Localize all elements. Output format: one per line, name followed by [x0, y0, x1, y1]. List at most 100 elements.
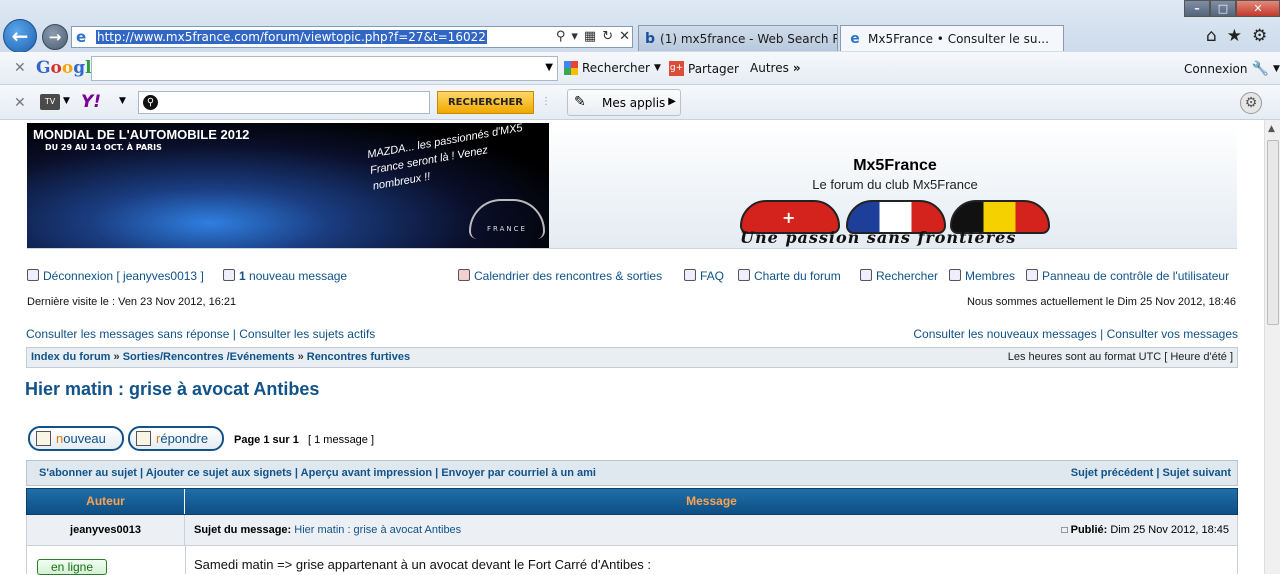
bookmark-link[interactable]: Ajouter ce sujet aux signets: [146, 467, 292, 479]
google-search-input[interactable]: ▼: [91, 56, 558, 81]
site-name: Mx5France: [853, 157, 937, 174]
forward-button[interactable]: →: [42, 24, 68, 50]
your-posts-link[interactable]: Consulter vos messages: [1107, 327, 1238, 341]
tab-web-search[interactable]: b (1) mx5france - Web Search Re...: [638, 25, 838, 51]
google-rechercher-button[interactable]: Rechercher ▼: [564, 61, 661, 75]
address-bar[interactable]: e http://www.mx5france.com/forum/viewtop…: [71, 26, 633, 48]
close-toolbar-icon[interactable]: ✕: [14, 95, 26, 111]
settings-gear-icon[interactable]: ⚙: [1240, 92, 1262, 114]
dropdown-icon[interactable]: ▾: [571, 29, 578, 44]
reply-button[interactable]: r épondre: [128, 426, 224, 451]
reply-label: épondre: [160, 431, 209, 446]
chevron-right-icon: ▶: [668, 96, 676, 107]
search-links-left: Consulter les messages sans réponse | Co…: [26, 327, 376, 341]
swiss-cross-icon: +: [782, 208, 796, 227]
connexion-label: Connexion: [1184, 62, 1248, 76]
chevron-down-icon[interactable]: ▼: [545, 62, 553, 73]
new-topic-label-first: n: [56, 431, 64, 446]
chevron-down-icon[interactable]: ▼: [119, 96, 126, 106]
wrench-icon[interactable]: 🔧: [1252, 61, 1269, 77]
ie-tab-icon: e: [850, 30, 860, 47]
address-url[interactable]: http://www.mx5france.com/forum/viewtopic…: [96, 30, 487, 44]
banner-brand: FRANCE: [487, 225, 527, 233]
mes-applis-label: Mes applis: [602, 96, 666, 110]
yahoo-search-input[interactable]: ⚲: [138, 91, 430, 114]
message-icon: [223, 269, 235, 281]
back-button[interactable]: ←: [3, 19, 37, 53]
post-date: □ Publié: Dim 25 Nov 2012, 18:45: [1062, 524, 1229, 536]
breadcrumb-category[interactable]: Sorties/Rencontres /Evénements: [123, 351, 295, 363]
timezone-info: Les heures sont au format UTC [ Heure d'…: [1007, 351, 1233, 363]
maximize-button[interactable]: □: [1210, 0, 1236, 17]
yahoo-logo[interactable]: Y!: [81, 92, 101, 112]
autres-button[interactable]: Autres »: [750, 61, 801, 75]
subscribe-link[interactable]: S'abonner au sujet: [39, 467, 137, 479]
post-body: Samedi matin => grise appartenant à un a…: [194, 557, 652, 572]
warning-icon: [738, 269, 750, 281]
ucp-link[interactable]: Panneau de contrôle de l'utilisateur: [1026, 269, 1229, 283]
new-topic-button[interactable]: n ouveau: [28, 426, 124, 451]
close-button[interactable]: ✕: [1236, 0, 1280, 17]
search-icon[interactable]: ⚲: [556, 29, 566, 44]
logout-link[interactable]: Déconnexion [ jeanyves0013 ]: [27, 269, 204, 283]
connexion-button[interactable]: Connexion 🔧 ▼: [1184, 61, 1280, 77]
new-posts-link[interactable]: Consulter les nouveaux messages: [913, 327, 1096, 341]
banner-dates: DU 29 AU 14 OCT. À PARIS: [45, 143, 162, 152]
breadcrumb-index[interactable]: Index du forum: [31, 351, 110, 363]
faq-link[interactable]: FAQ: [684, 269, 724, 283]
prev-topic-link[interactable]: Sujet précédent: [1071, 467, 1154, 479]
tab-mx5france[interactable]: e Mx5France • Consulter le su...: [840, 25, 1064, 51]
compat-view-icon[interactable]: ▦: [584, 29, 596, 44]
post-header-row: jeanyves0013 Sujet du message: Hier mati…: [26, 515, 1238, 546]
subject-link[interactable]: Hier matin : grise à avocat Antibes: [294, 524, 461, 536]
members-link[interactable]: Membres: [949, 269, 1015, 283]
stop-icon[interactable]: ✕: [619, 29, 630, 44]
gear-icon[interactable]: ⚙: [1252, 26, 1267, 46]
refresh-icon[interactable]: ↻: [602, 29, 613, 44]
chevron-down-icon[interactable]: ▼: [63, 96, 70, 106]
new-topic-icon: [36, 431, 51, 446]
calendar-link[interactable]: Calendrier des rencontres & sorties: [458, 269, 662, 283]
favorites-star-icon[interactable]: ★: [1227, 26, 1242, 46]
minimize-button[interactable]: –: [1184, 0, 1210, 17]
user-icon: [1026, 269, 1038, 281]
new-messages-link[interactable]: 1 nouveau message: [223, 269, 347, 283]
post-icon[interactable]: □: [1062, 525, 1068, 536]
vertical-scrollbar[interactable]: ▲: [1264, 120, 1280, 574]
topic-title[interactable]: Hier matin : grise à avocat Antibes: [25, 379, 319, 400]
scroll-up-icon[interactable]: ▲: [1268, 124, 1275, 134]
scrollbar-thumb[interactable]: [1267, 140, 1279, 325]
home-icon[interactable]: ⌂: [1206, 26, 1217, 46]
next-topic-link[interactable]: Sujet suivant: [1163, 467, 1231, 479]
share-icon: g+: [669, 61, 684, 76]
posted-label: Publié:: [1070, 524, 1108, 536]
new-msg-count: 1: [239, 269, 246, 283]
breadcrumb: Index du forum » Sorties/Rencontres /Evé…: [26, 347, 1238, 368]
breadcrumb-forum[interactable]: Rencontres furtives: [307, 351, 410, 363]
post-author[interactable]: jeanyves0013: [27, 515, 185, 545]
partager-button[interactable]: g+ Partager: [669, 61, 739, 76]
chevron-down-icon[interactable]: ▼: [1273, 64, 1280, 74]
tv-icon[interactable]: TV: [40, 94, 60, 110]
yahoo-search-button[interactable]: RECHERCHER: [437, 91, 534, 114]
subject-label: Sujet du message:: [194, 524, 292, 536]
charter-link[interactable]: Charte du forum: [738, 269, 841, 283]
close-toolbar-icon[interactable]: ✕: [14, 60, 26, 76]
mondial-banner[interactable]: MONDIAL DE L'AUTOMOBILE 2012 DU 29 AU 14…: [27, 122, 549, 248]
email-link[interactable]: Envoyer par courriel à un ami: [441, 467, 596, 479]
mes-applis-button[interactable]: ✎ Mes applis ▶: [567, 89, 681, 116]
site-slogan: Une passion sans frontières: [740, 228, 1017, 247]
rechercher-label: Rechercher: [582, 61, 650, 75]
unanswered-link[interactable]: Consulter les messages sans réponse: [26, 327, 229, 341]
search-link[interactable]: Rechercher: [860, 269, 938, 283]
tab-label: Mx5France • Consulter le su...: [868, 31, 1049, 46]
ie-page-icon: e: [76, 28, 87, 46]
google-icon: [564, 61, 578, 75]
breadcrumb-sep: »: [113, 351, 120, 363]
active-topics-link[interactable]: Consulter les sujets actifs: [239, 327, 375, 341]
message-count: [ 1 message ]: [308, 434, 375, 446]
column-divider: [185, 546, 186, 574]
new-topic-label: ouveau: [63, 431, 106, 446]
print-link[interactable]: Aperçu avant impression: [301, 467, 432, 479]
new-msg-label: nouveau message: [249, 269, 348, 283]
